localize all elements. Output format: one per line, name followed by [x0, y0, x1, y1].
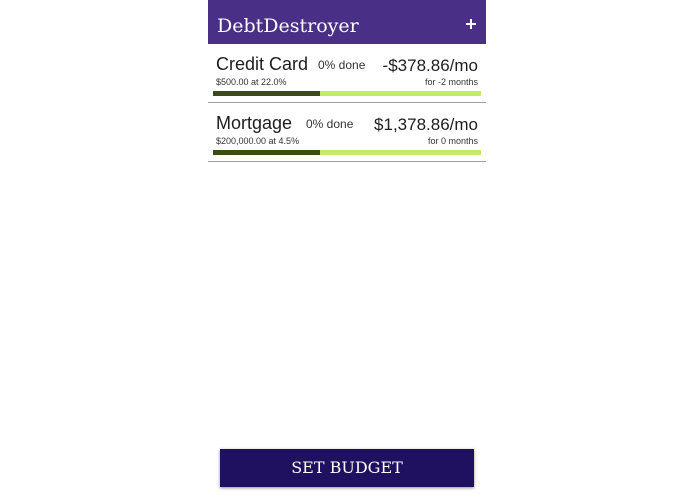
debt-item-credit-card[interactable]: Credit Card 0% done -$378.86/mo $500.00 … [208, 44, 486, 103]
set-budget-button[interactable]: SET BUDGET [220, 449, 474, 487]
app-screen: DebtDestroyer Credit Card 0% done -$378.… [208, 0, 486, 494]
debt-progress-text: 0% done [318, 58, 366, 72]
debt-detail: $500.00 at 22.0% [216, 77, 287, 87]
debt-progress-bar [213, 91, 481, 96]
debt-progress-text: 0% done [306, 117, 354, 131]
app-title: DebtDestroyer [217, 15, 359, 37]
debt-progress-bar [213, 150, 481, 155]
debt-monthly-payment: -$378.86/mo [382, 56, 478, 75]
debt-list: Credit Card 0% done -$378.86/mo $500.00 … [208, 44, 486, 162]
debt-monthly-payment: $1,378.86/mo [374, 115, 478, 134]
debt-item-mortgage[interactable]: Mortgage 0% done $1,378.86/mo $200,000.0… [208, 103, 486, 162]
debt-name: Mortgage [216, 113, 293, 133]
add-debt-button[interactable] [460, 12, 482, 34]
debt-term: for -2 months [424, 77, 478, 87]
debt-name: Credit Card [216, 54, 309, 74]
debt-progress-fill [213, 150, 321, 155]
debt-term: for 0 months [427, 136, 478, 146]
debt-detail: $200,000.00 at 4.5% [216, 136, 300, 146]
debt-progress-fill [213, 91, 321, 96]
app-bar: DebtDestroyer [208, 0, 486, 44]
